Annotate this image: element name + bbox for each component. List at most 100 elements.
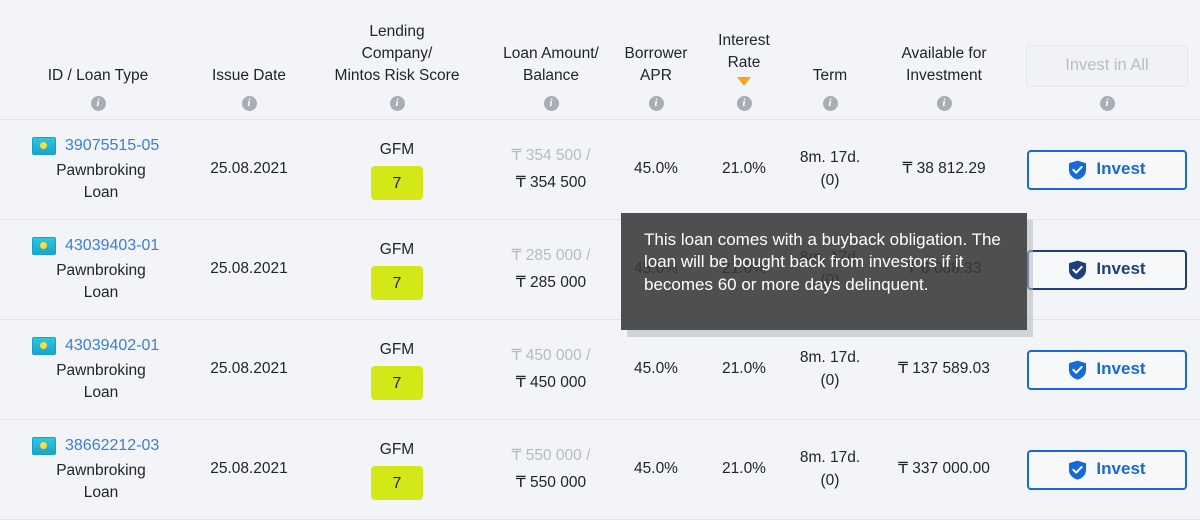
loan-type-line-2: Loan — [83, 484, 119, 502]
invest-button[interactable]: Invest — [1027, 249, 1187, 290]
cell-id-loan-type: 39075515-05 Pawnbroking Loan — [0, 134, 196, 204]
cell-lending-company: GFM 7 — [302, 339, 492, 401]
term-delinquency: (0) — [820, 471, 840, 489]
cell-interest-rate: 21.0% — [722, 160, 766, 178]
cell-invest: Invest — [1014, 449, 1200, 490]
column-header-label-line-2: Rate — [727, 54, 761, 71]
invest-button-label: Invest — [1096, 459, 1146, 479]
info-icon[interactable]: i — [648, 96, 664, 111]
cell-issue-date: 25.08.2021 — [210, 460, 288, 478]
invest-button-label: Invest — [1096, 159, 1146, 179]
term-delinquency: (0) — [820, 371, 840, 389]
loan-type-line-2: Loan — [83, 284, 119, 302]
lending-company-name: GFM — [379, 340, 415, 358]
invest-button[interactable]: Invest — [1027, 349, 1187, 390]
column-header-label-line-1: Loan Amount/ — [503, 45, 599, 62]
loan-type-line-1: Pawnbroking — [56, 361, 146, 379]
cell-term: 8m. 17d. (0) — [786, 147, 874, 192]
loan-id-link[interactable]: 43039403-01 — [65, 234, 159, 257]
info-icon[interactable]: i — [822, 96, 838, 111]
loan-id-link[interactable]: 39075515-05 — [65, 134, 159, 157]
column-header-invest: Invest in All i — [1014, 45, 1200, 119]
cell-available-for-investment: ₸ 38 812.29 — [874, 158, 1014, 180]
info-icon[interactable]: i — [1099, 96, 1115, 111]
loan-listing-table: ID / Loan Type i Issue Date i Lending Co… — [0, 0, 1200, 520]
available-amount: ₸ 38 812.29 — [902, 160, 986, 178]
invest-button-label: Invest — [1096, 259, 1146, 279]
loan-type-label: Pawnbroking Loan — [56, 160, 146, 205]
info-icon[interactable]: i — [936, 96, 952, 111]
loan-amount-original: ₸ 354 500 / — [511, 147, 591, 165]
term-duration: 8m. 17d. — [799, 349, 861, 367]
cell-issue-date: 25.08.2021 — [210, 360, 288, 378]
term-delinquency: (0) — [820, 171, 840, 189]
column-header-label-line-1: Available for — [901, 45, 987, 62]
column-header-borrower-apr[interactable]: Borrower APR i — [610, 43, 702, 119]
info-icon[interactable]: i — [389, 96, 405, 111]
cell-term: 8m. 17d. (0) — [786, 447, 874, 492]
cell-invest: Invest — [1014, 249, 1200, 290]
loan-amount-original: ₸ 550 000 / — [511, 447, 591, 465]
column-header-available-for-investment[interactable]: Available for Investment i — [874, 43, 1014, 119]
loan-amount-original: ₸ 450 000 / — [511, 347, 591, 365]
cell-id-loan-type: 38662212-03 Pawnbroking Loan — [0, 434, 196, 504]
kazakhstan-flag-icon — [32, 237, 56, 256]
mintos-risk-score-badge: 7 — [371, 366, 423, 401]
lending-company-name: GFM — [379, 140, 415, 158]
column-header-loan-amount[interactable]: Loan Amount/ Balance i — [492, 43, 610, 119]
table-row: 43039402-01 Pawnbroking Loan 25.08.2021 … — [0, 320, 1200, 420]
cell-issue-date: 25.08.2021 — [210, 160, 288, 178]
cell-term: 8m. 17d. (0) — [786, 347, 874, 392]
column-header-id-loan-type[interactable]: ID / Loan Type i — [0, 65, 196, 119]
column-header-lending-company[interactable]: Lending Company/ Mintos Risk Score i — [302, 21, 492, 119]
cell-loan-amount: ₸ 285 000 / ₸ 285 000 — [492, 245, 610, 294]
buyback-shield-icon — [1069, 460, 1087, 480]
info-icon[interactable]: i — [736, 96, 752, 111]
invest-button[interactable]: Invest — [1027, 449, 1187, 490]
available-amount: ₸ 337 000.00 — [898, 460, 990, 478]
info-icon[interactable]: i — [90, 96, 106, 111]
column-header-label: ID / Loan Type — [47, 67, 149, 84]
loan-type-label: Pawnbroking Loan — [56, 460, 146, 505]
info-icon[interactable]: i — [241, 96, 257, 111]
column-header-interest-rate[interactable]: Interest Rate i — [702, 30, 786, 119]
column-header-label-line-1: Borrower — [624, 45, 688, 62]
loan-type-line-1: Pawnbroking — [56, 261, 146, 279]
mintos-risk-score-badge: 7 — [371, 266, 423, 301]
term-duration: 8m. 17d. — [799, 449, 861, 467]
mintos-risk-score-badge: 7 — [371, 466, 423, 501]
column-header-label-line-1: Interest — [718, 32, 770, 49]
column-header-issue-date[interactable]: Issue Date i — [196, 65, 302, 119]
buyback-shield-icon — [1069, 360, 1087, 380]
column-header-label: Issue Date — [211, 67, 287, 84]
column-header-label-line-1: Lending — [369, 23, 425, 40]
cell-id-loan-type: 43039402-01 Pawnbroking Loan — [0, 334, 196, 404]
loan-id-link[interactable]: 38662212-03 — [65, 434, 159, 457]
column-header-label: Term — [812, 67, 848, 84]
cell-interest-rate: 21.0% — [722, 460, 766, 478]
column-header-label-line-2: Investment — [906, 67, 982, 84]
column-header-term[interactable]: Term i — [786, 65, 874, 119]
table-row: 39075515-05 Pawnbroking Loan 25.08.2021 … — [0, 120, 1200, 220]
sort-descending-icon[interactable] — [736, 77, 751, 86]
buyback-shield-icon — [1069, 260, 1087, 280]
info-icon[interactable]: i — [543, 96, 559, 111]
cell-invest: Invest — [1014, 349, 1200, 390]
loan-type-line-2: Loan — [83, 184, 119, 202]
loan-id-link[interactable]: 43039402-01 — [65, 334, 159, 357]
loan-amount-balance: ₸ 285 000 — [515, 273, 587, 291]
column-header-label-line-2: Company/ — [361, 45, 433, 62]
loan-type-line-2: Loan — [83, 384, 119, 402]
cell-invest: Invest — [1014, 149, 1200, 190]
invest-button[interactable]: Invest — [1027, 149, 1187, 190]
invest-in-all-button[interactable]: Invest in All — [1026, 45, 1188, 87]
cell-loan-amount: ₸ 354 500 / ₸ 354 500 — [492, 145, 610, 194]
buyback-tooltip: This loan comes with a buyback obligatio… — [621, 213, 1027, 330]
cell-borrower-apr: 45.0% — [634, 460, 678, 478]
loan-amount-balance: ₸ 450 000 — [515, 373, 587, 391]
cell-loan-amount: ₸ 550 000 / ₸ 550 000 — [492, 445, 610, 494]
cell-lending-company: GFM 7 — [302, 139, 492, 201]
invest-button-label: Invest — [1096, 359, 1146, 379]
cell-id-loan-type: 43039403-01 Pawnbroking Loan — [0, 234, 196, 304]
loan-type-line-1: Pawnbroking — [56, 461, 146, 479]
